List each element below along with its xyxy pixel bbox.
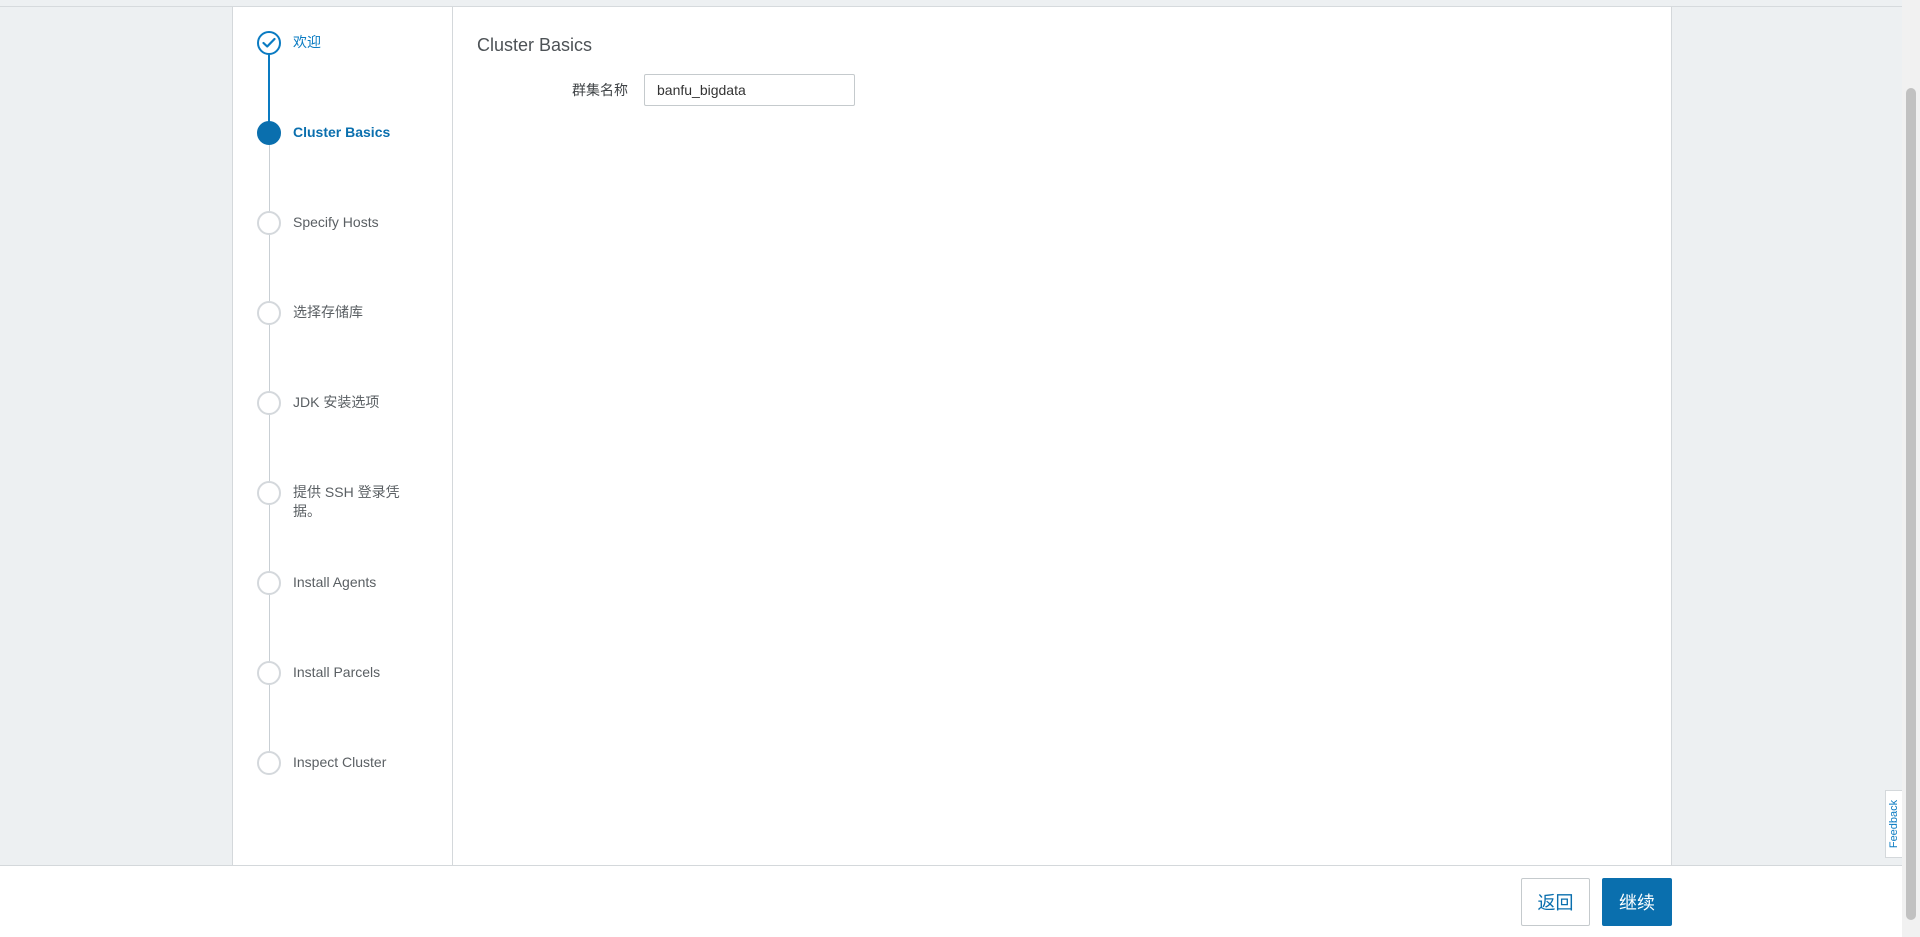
empty-circle-icon — [257, 661, 281, 685]
step-label: Install Parcels — [293, 664, 381, 680]
step-label: 提供 SSH 登录凭据。 — [293, 484, 400, 519]
step-welcome[interactable]: 欢迎 — [257, 31, 437, 55]
empty-circle-icon — [257, 481, 281, 505]
step-label: 欢迎 — [293, 34, 321, 50]
wizard-panel: 欢迎 Cluster Basics Specify Hosts 选择存储库 JD… — [232, 7, 1672, 865]
step-label: JDK 安装选项 — [293, 394, 380, 410]
step-connector-line-completed — [268, 43, 270, 127]
step-label: Cluster Basics — [293, 124, 391, 140]
page-scrollbar[interactable] — [1902, 0, 1920, 937]
empty-circle-icon — [257, 211, 281, 235]
step-inspect-cluster: Inspect Cluster — [257, 751, 437, 775]
empty-circle-icon — [257, 571, 281, 595]
feedback-label: Feedback — [1888, 799, 1900, 849]
empty-circle-icon — [257, 301, 281, 325]
step-jdk-options: JDK 安装选项 — [257, 391, 437, 415]
step-label: Install Agents — [293, 574, 377, 590]
active-step-icon — [257, 121, 281, 145]
step-cluster-basics[interactable]: Cluster Basics — [257, 121, 437, 145]
empty-circle-icon — [257, 751, 281, 775]
step-ssh-credentials: 提供 SSH 登录凭据。 — [257, 481, 437, 521]
step-label: 选择存储库 — [293, 304, 363, 320]
step-label: Specify Hosts — [293, 214, 379, 230]
cluster-name-label: 群集名称 — [572, 82, 628, 98]
page-title: Cluster Basics — [477, 35, 593, 55]
step-label: Inspect Cluster — [293, 754, 387, 770]
wizard-footer: 返回 继续 — [0, 865, 1902, 937]
step-install-parcels: Install Parcels — [257, 661, 437, 685]
step-install-agents: Install Agents — [257, 571, 437, 595]
feedback-tab[interactable]: Feedback — [1885, 790, 1902, 858]
continue-button[interactable]: 继续 — [1602, 878, 1672, 926]
empty-circle-icon — [257, 391, 281, 415]
main-content: Cluster Basics 群集名称 — [453, 7, 1671, 865]
back-button[interactable]: 返回 — [1521, 878, 1590, 926]
check-circle-icon — [257, 31, 281, 55]
scrollbar-thumb[interactable] — [1906, 88, 1916, 920]
cluster-name-input[interactable] — [644, 74, 855, 106]
step-specify-hosts: Specify Hosts — [257, 211, 437, 235]
wizard-steps-sidebar: 欢迎 Cluster Basics Specify Hosts 选择存储库 JD… — [233, 7, 453, 865]
step-select-repository: 选择存储库 — [257, 301, 437, 325]
